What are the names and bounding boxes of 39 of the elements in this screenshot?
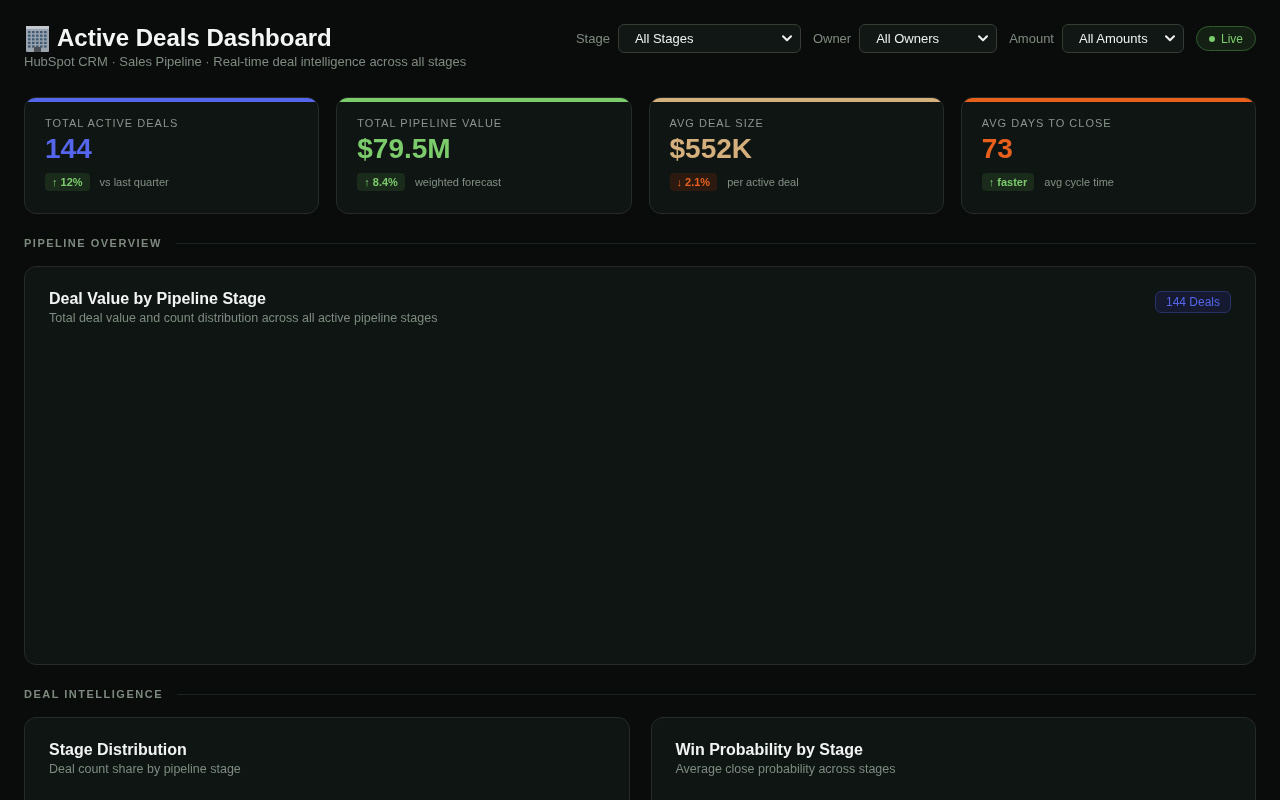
filter-dropdown[interactable]: All Stages	[617, 24, 801, 53]
kpi-note: per active deal	[727, 176, 799, 188]
kpi-value: $79.5M	[357, 133, 452, 165]
kpi-note: weighted forecast	[414, 176, 502, 188]
filter-dropdown[interactable]: All Owners	[859, 24, 998, 53]
chevron-down-icon	[781, 35, 792, 42]
card-subtitle: Total deal value and count distribution across all active pipeline stages	[49, 310, 438, 326]
kpi-value: 144	[45, 133, 93, 165]
live-label: Live	[1221, 31, 1243, 46]
change-badge: ↑ 12%	[45, 173, 90, 191]
card-subtitle: Average close probability across stages	[675, 761, 896, 777]
kpi-value: $552K	[669, 133, 753, 165]
filter-label: Owner	[812, 31, 852, 46]
card-subtitle: Deal count share by pipeline stage	[49, 761, 241, 777]
kpi-label: TOTAL ACTIVE DEALS	[45, 116, 180, 130]
kpi-label: AVG DAYS TO CLOSE	[981, 116, 1113, 130]
kpi-note: avg cycle time	[1044, 176, 1114, 188]
section-title: DEAL INTELLIGENCE	[24, 688, 163, 700]
change-badge: ↓ 2.1%	[669, 173, 718, 191]
change-badge: ↑ faster	[981, 173, 1035, 191]
filter-label: Stage	[575, 31, 610, 46]
dashboard-subtitle: HubSpot CRM · Sales Pipeline · Real-time deal intelligence across all stages	[24, 53, 467, 71]
chevron-down-icon	[1165, 35, 1175, 42]
change-badge: ↑ 8.4%	[357, 173, 405, 191]
filter-dropdown[interactable]: All Amounts	[1062, 24, 1184, 53]
card-title: Stage Distribution	[49, 740, 188, 760]
deal-count-badge: 144 Deals	[1154, 291, 1231, 313]
kpi-value: 73	[981, 133, 1014, 165]
card-title: Win Probability by Stage	[675, 740, 864, 760]
status-dot-icon	[1209, 35, 1215, 42]
kpi-note: vs last quarter	[99, 176, 169, 188]
dashboard-title: Active Deals Dashboard	[57, 24, 332, 52]
kpi-label: TOTAL PIPELINE VALUE	[357, 116, 504, 130]
filter-label: Amount	[1009, 31, 1054, 46]
card-title: Deal Value by Pipeline Stage	[49, 289, 267, 309]
office-building-icon	[24, 24, 51, 52]
section-title: PIPELINE OVERVIEW	[24, 237, 162, 249]
chevron-down-icon	[978, 35, 989, 42]
kpi-label: AVG DEAL SIZE	[669, 116, 765, 130]
